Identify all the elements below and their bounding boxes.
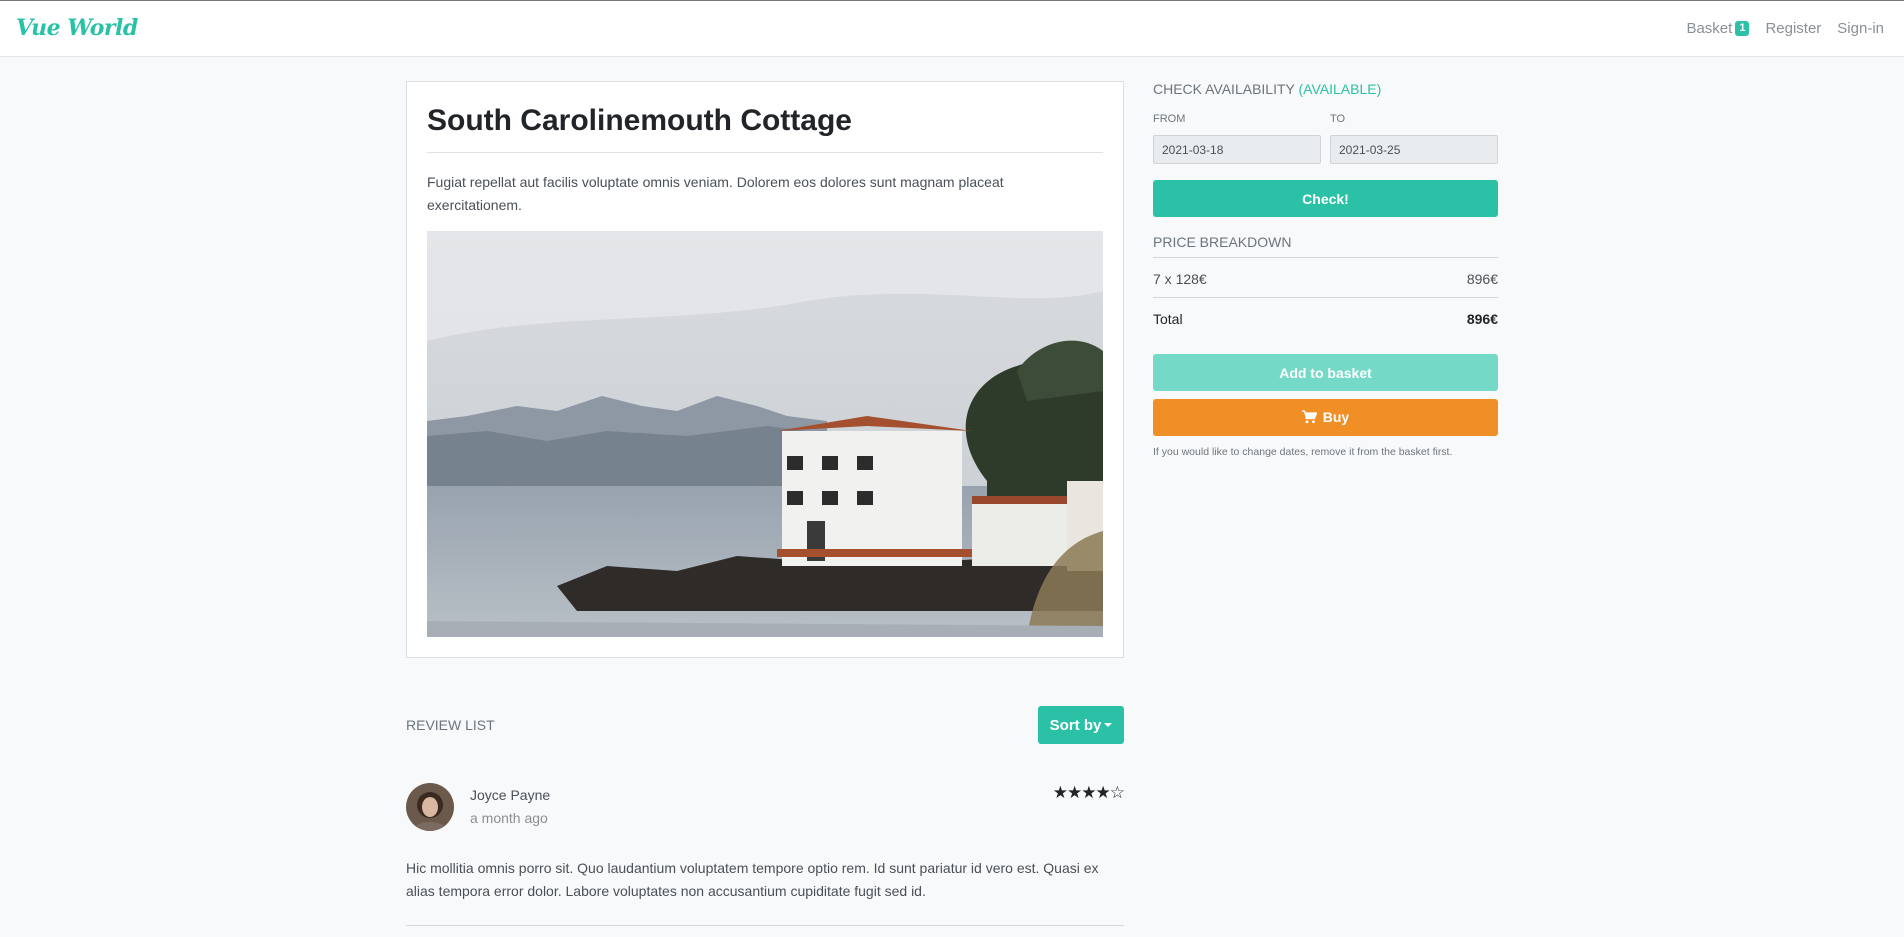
to-date-input[interactable] [1330,135,1498,164]
review-list-header: REVIEW LIST Sort by [406,706,1124,744]
nav-basket-link[interactable]: Basket 1 [1686,20,1750,37]
availability-heading: CHECK AVAILABILITY (AVAILABLE) [1153,81,1381,97]
review-timestamp: a month ago [470,810,548,826]
from-label: FROM [1153,113,1186,125]
bookable-photo [427,231,1103,637]
availability-status: (AVAILABLE) [1298,81,1382,97]
bookable-card: South Carolinemouth Cottage Fugiat repel… [406,81,1124,658]
price-total-label: Total [1153,311,1183,327]
basket-count-badge: 1 [1735,21,1750,36]
buy-button[interactable]: Buy [1153,399,1498,436]
check-availability-button[interactable]: Check! [1153,180,1498,217]
shopping-cart-icon [1301,409,1318,427]
price-divider [1153,297,1498,298]
price-line-row: 7 x 128€ 896€ [1153,271,1498,287]
price-total-value: 896€ [1466,311,1498,327]
nav-links: Basket 1 Register Sign-in [1686,20,1884,37]
reviewer-name: Joyce Payne [470,787,551,803]
to-label: TO [1330,113,1346,125]
reviewer-avatar [406,783,454,831]
star-rating-icon: ★★★★☆ [1052,783,1125,802]
title-divider [427,152,1103,153]
buy-label: Buy [1322,408,1350,425]
sort-by-dropdown[interactable]: Sort by [1038,706,1124,744]
top-navbar: Vue World Basket 1 Register Sign-in [0,0,1904,57]
sort-by-label: Sort by [1049,716,1102,734]
review-text: Hic mollitia omnis porro sit. Quo laudan… [406,860,1099,899]
nav-basket-label: Basket [1686,20,1733,37]
price-total-row: Total 896€ [1153,311,1498,327]
basket-note: If you would like to change dates, remov… [1153,446,1453,458]
price-line-value: 896€ [1466,271,1498,287]
from-date-input[interactable] [1153,135,1321,164]
nav-signin-link[interactable]: Sign-in [1837,20,1884,37]
availability-title: CHECK AVAILABILITY [1153,81,1295,97]
review-item: Joyce Payne a month ago ★★★★☆ Hic mollit… [406,783,1125,927]
review-divider [406,925,1124,926]
bookable-title: South Carolinemouth Cottage [427,104,852,137]
nav-register-link[interactable]: Register [1765,20,1821,37]
price-line-label: 7 x 128€ [1153,271,1207,287]
review-list-heading: REVIEW LIST [406,717,495,733]
bookable-description: Fugiat repellat aut facilis voluptate om… [427,174,1004,213]
price-breakdown-heading: PRICE BREAKDOWN [1153,234,1292,250]
caret-down-icon [1104,722,1113,727]
add-to-basket-button[interactable]: Add to basket [1153,354,1498,391]
price-divider [1153,257,1498,258]
brand-logo[interactable]: Vue World [16,15,138,41]
